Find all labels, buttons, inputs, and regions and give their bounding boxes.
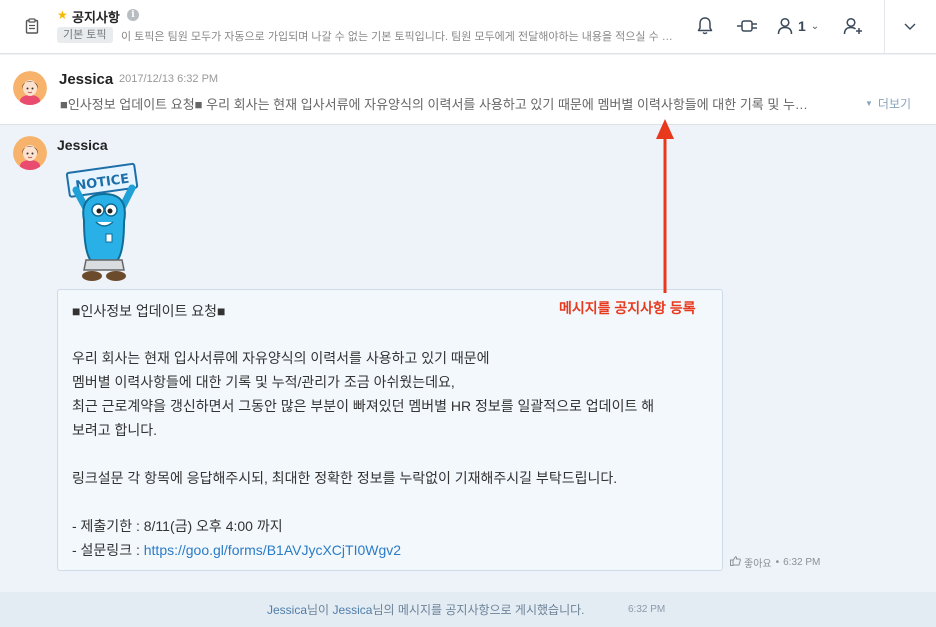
survey-link-prefix: - 설문링크 : (72, 542, 144, 558)
bell-icon[interactable] (696, 15, 714, 37)
pinned-notice[interactable]: Jessica 2017/12/13 6:32 PM ■인사정보 업데이트 요청… (0, 55, 936, 125)
avatar[interactable] (13, 71, 47, 105)
system-user-link[interactable]: Jessica (267, 603, 307, 617)
message-line: 최근 근로계약을 갱신하면서 그동안 많은 부분이 빠져있던 멤버별 HR 정보… (72, 398, 655, 414)
topic-header: ★ 공지사항 i 기본 토픽 이 토픽은 팀원 모두가 자동으로 가입되며 나갈… (0, 0, 936, 54)
topic-tag: 기본 토픽 (57, 27, 113, 43)
system-text-rest: 님의 메시지를 공지사항으로 게시했습니다. (372, 603, 585, 617)
system-text-mid: 님이 (307, 603, 333, 617)
chevron-down-icon: ⌄ (810, 20, 820, 32)
survey-link[interactable]: https://goo.gl/forms/B1AVJycXCjTI0Wgv2 (144, 542, 401, 558)
notice-author: Jessica (59, 71, 114, 88)
user-icon (777, 17, 793, 35)
message-line: 우리 회사는 현재 입사서류에 자유양식의 이력서를 사용하고 있기 때문에 (72, 350, 490, 366)
like-label[interactable]: 좋아요 (744, 555, 772, 570)
info-icon[interactable]: i (127, 9, 139, 21)
message-line: 링크설문 각 항목에 응답해주시되, 최대한 정확한 정보를 누락없이 기재해주… (72, 470, 618, 486)
survey-link-line: - 설문링크 : https://goo.gl/forms/B1AVJycXCj… (72, 540, 401, 560)
notice-text: ■인사정보 업데이트 요청■ 우리 회사는 현재 입사서류에 자유양식의 이력서… (60, 97, 812, 112)
message-bubble[interactable]: ■인사정보 업데이트 요청■ 우리 회사는 현재 입사서류에 자유양식의 이력서… (57, 289, 723, 571)
annotation-arrow (656, 119, 674, 293)
plug-icon[interactable] (736, 15, 758, 37)
member-count: 1 (798, 18, 806, 34)
message-line: ■인사정보 업데이트 요청■ (72, 303, 226, 319)
header-divider (884, 0, 885, 54)
message-time: 6:32 PM (783, 557, 821, 568)
message-line: 멤버별 이력사항들에 대한 기록 및 누적/관리가 조금 아쉬웠는데요, (72, 374, 455, 390)
system-message: Jessica님이 Jessica님의 메시지를 공지사항으로 게시했습니다. (267, 601, 585, 618)
topic-title: 공지사항 (72, 10, 120, 25)
system-time: 6:32 PM (628, 604, 666, 615)
annotation-label: 메시지를 공지사항 등록 (559, 300, 696, 316)
notice-sticker: NOTICE (65, 160, 142, 284)
collapse-chevron-icon[interactable] (903, 15, 917, 37)
message-meta: 좋아요 • 6:32 PM (730, 555, 820, 570)
avatar[interactable] (13, 136, 47, 170)
system-user-link[interactable]: Jessica (332, 603, 372, 617)
more-label: 더보기 (877, 97, 912, 111)
more-button[interactable]: ▼ 더보기 (865, 95, 911, 112)
meta-separator: • (775, 557, 780, 568)
notice-timestamp: 2017/12/13 6:32 PM (119, 73, 219, 85)
topic-description: 이 토픽은 팀원 모두가 자동으로 가입되며 나갈 수 없는 기본 토픽입니다.… (121, 31, 681, 43)
message-line: - 제출기한 : 8/11(금) 오후 4:00 까지 (72, 518, 283, 534)
message-author: Jessica (57, 137, 108, 153)
add-user-icon[interactable] (843, 15, 863, 37)
star-icon[interactable]: ★ (57, 8, 68, 22)
clipboard-icon[interactable] (22, 16, 42, 36)
member-button[interactable]: 1 ⌄ (777, 15, 819, 37)
triangle-down-icon: ▼ (865, 99, 873, 108)
thumbs-up-icon[interactable] (730, 556, 741, 569)
message-line: 보려고 합니다. (72, 422, 158, 438)
